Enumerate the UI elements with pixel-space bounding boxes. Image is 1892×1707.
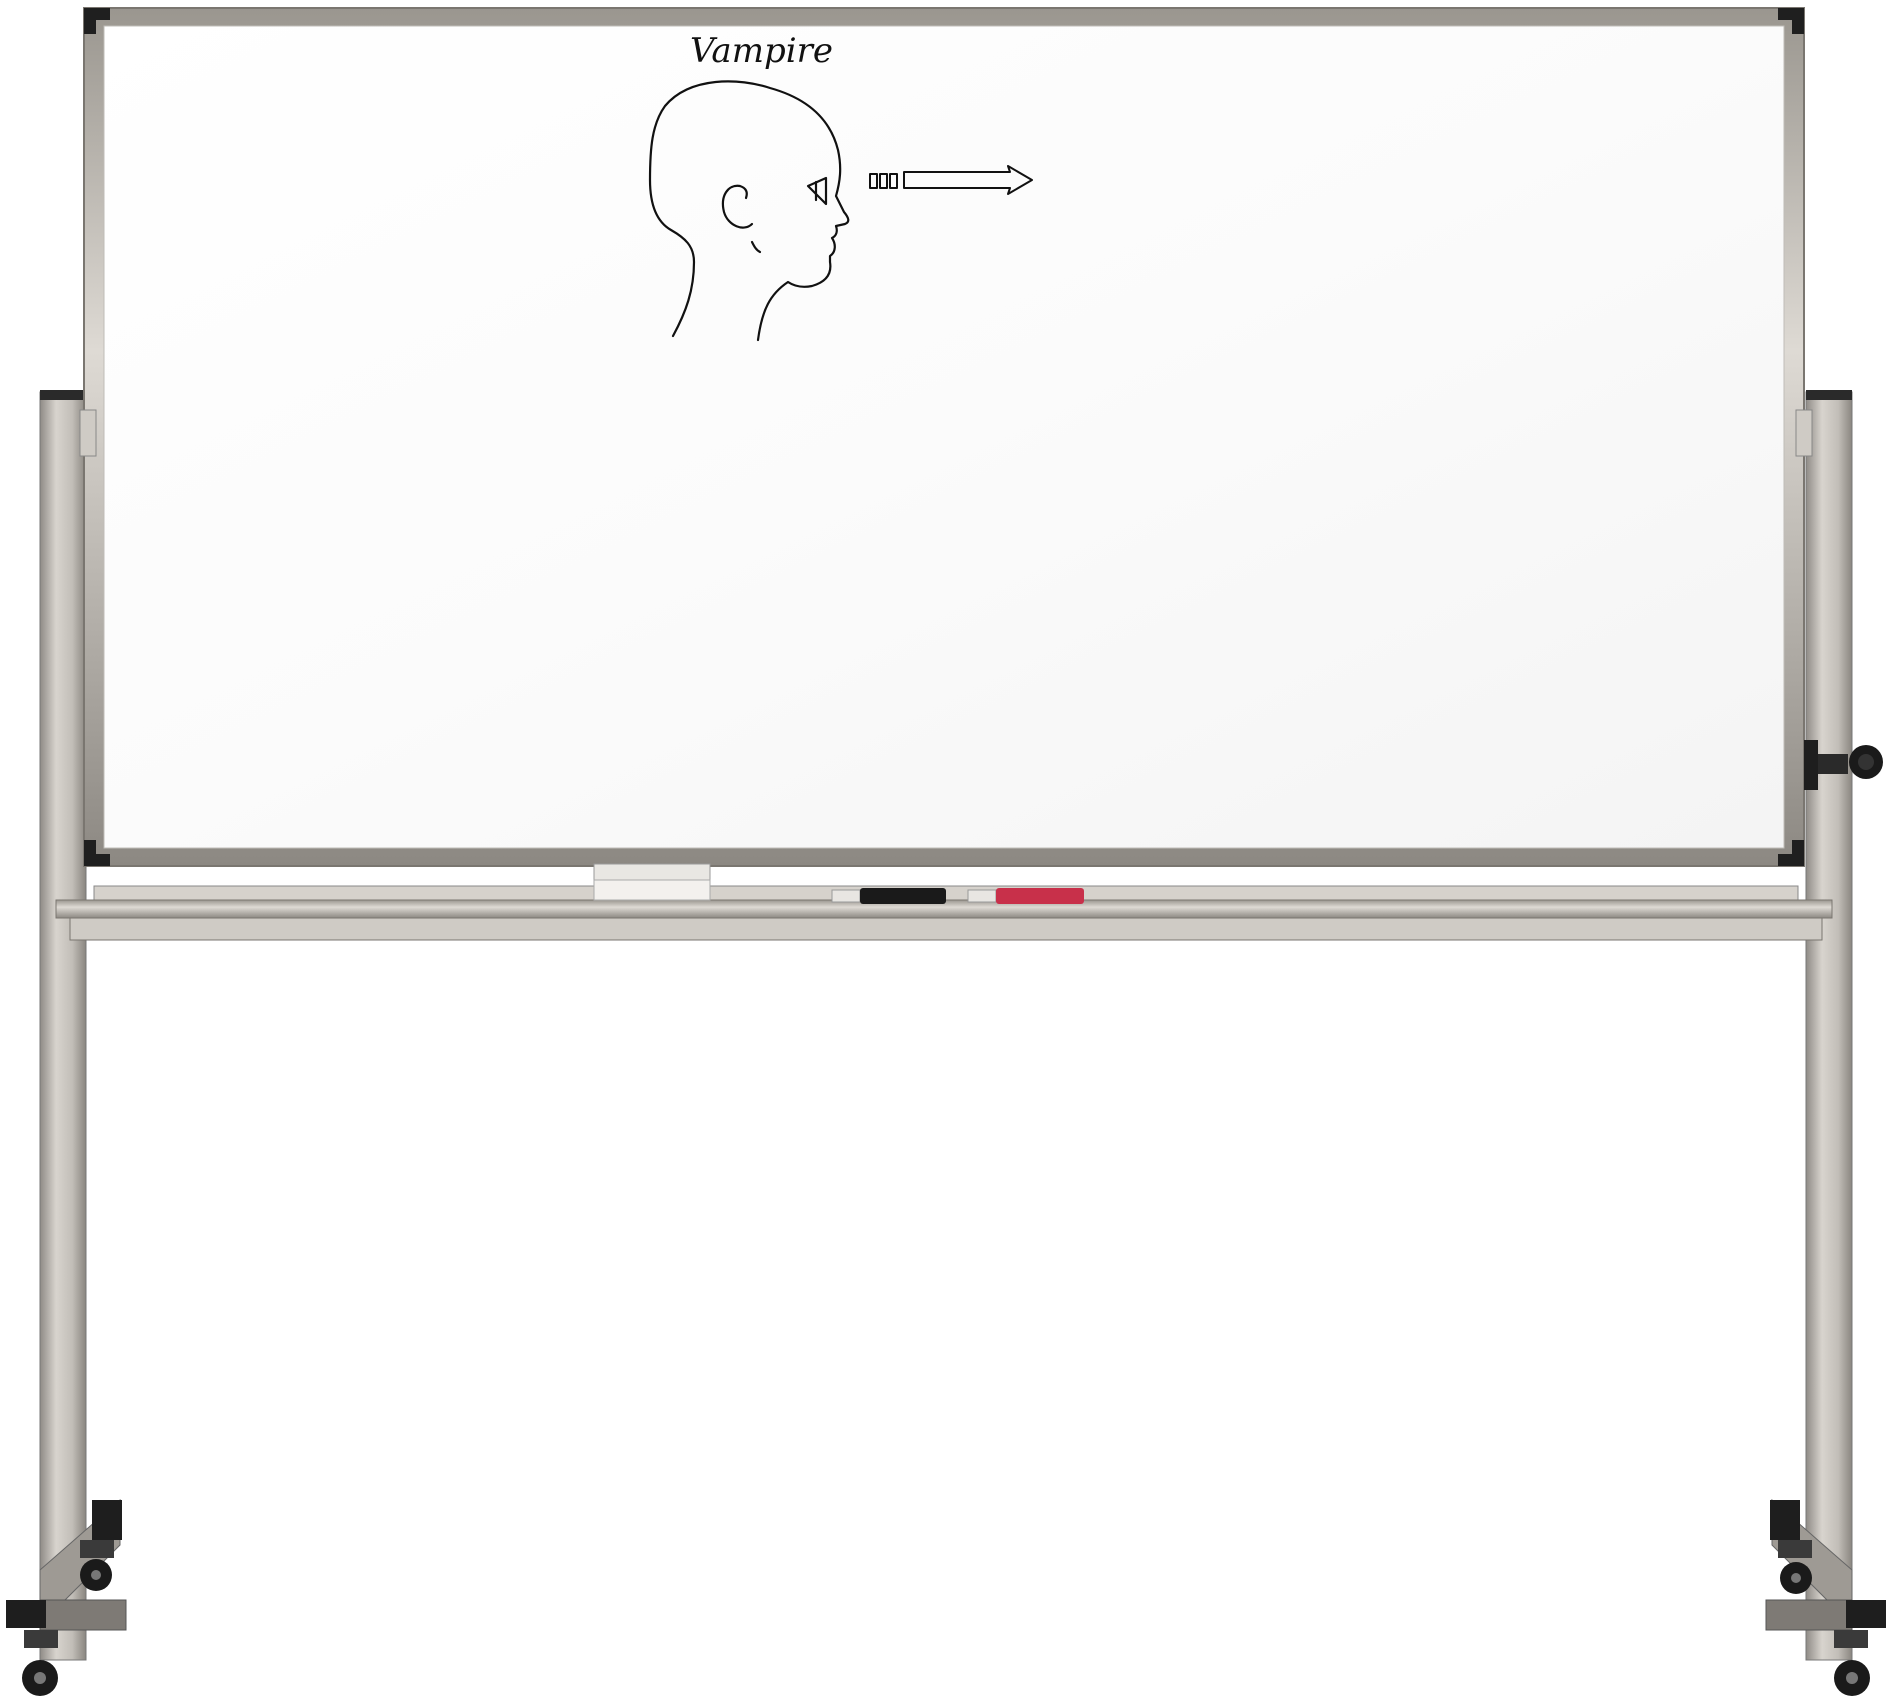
whiteboard: Vampire — [79, 7, 1883, 867]
right-upright-cap — [1806, 390, 1852, 400]
caster-icon — [80, 1540, 114, 1591]
red-marker[interactable] — [967, 888, 1084, 904]
caster-icon — [1834, 1630, 1870, 1696]
board-heading: Vampire — [690, 31, 833, 71]
left-upright-cap — [40, 390, 86, 400]
caster-icon — [1778, 1540, 1812, 1594]
caster-icon — [22, 1630, 58, 1696]
right-upright — [1805, 391, 1853, 1661]
left-upright — [39, 391, 87, 1661]
marker-tray — [55, 863, 1833, 941]
eraser[interactable] — [593, 863, 711, 901]
right-hinge — [1795, 409, 1813, 457]
whiteboard-scene: Vampire — [6, 7, 1886, 1696]
board-surface[interactable] — [103, 25, 1785, 849]
black-marker[interactable] — [831, 888, 946, 904]
left-hinge — [79, 409, 97, 457]
